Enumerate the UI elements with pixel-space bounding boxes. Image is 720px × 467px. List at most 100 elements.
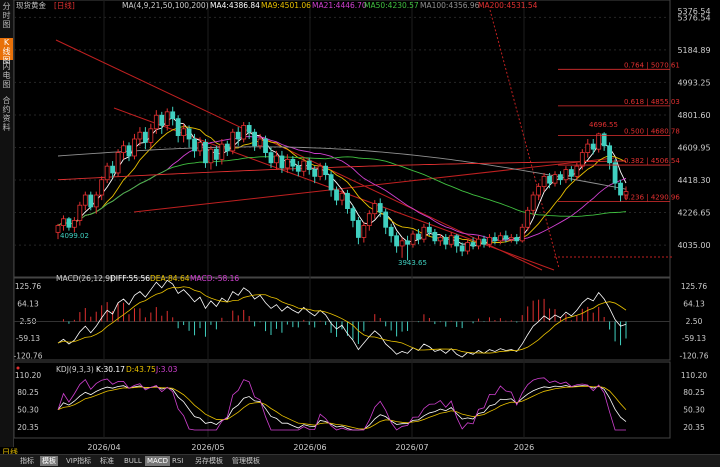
candle-body <box>394 235 400 247</box>
bottom-tab-1[interactable]: 模板 <box>40 456 58 466</box>
candle-body <box>568 169 574 177</box>
bottom-tab-0[interactable]: 指标 <box>18 456 36 466</box>
kdj-k-line <box>57 385 627 431</box>
candle-body <box>426 226 432 233</box>
kdj-tick-right: 50.30 <box>683 406 705 415</box>
candle-body <box>345 192 350 209</box>
kdj-params: KDJ(9,3,3) <box>56 365 94 374</box>
fib-label: 0.500 | 4680.78 <box>624 127 680 135</box>
candle-body <box>536 186 542 196</box>
candle-body <box>175 118 181 137</box>
low2-price-label: 3943.65 <box>398 259 427 267</box>
bottom-tab-7[interactable]: 另存模板 <box>193 456 225 466</box>
candle-body <box>399 240 405 247</box>
time-tick-label: 2026/04 <box>87 443 120 452</box>
candle-body <box>203 141 208 164</box>
chart-svg[interactable]: 5376.54 5184.89 4993.25 4801.60 4609.95 4418.… <box>13 0 720 454</box>
candle-body <box>416 233 421 240</box>
fib-label: 0.236 | 4290.96 <box>624 194 680 202</box>
candle-body <box>219 143 225 160</box>
candle-body <box>492 237 498 242</box>
macd-tick-left: -120.76 <box>14 351 43 360</box>
candle-body <box>301 160 307 172</box>
candle-body <box>585 143 591 153</box>
candle-body <box>388 226 394 237</box>
fib-label: 0.618 | 4855.03 <box>624 98 680 106</box>
candle-body <box>519 226 525 242</box>
bottom-tab-8[interactable]: 管理模板 <box>230 456 262 466</box>
candle-body <box>93 194 99 208</box>
candle-body <box>432 231 438 242</box>
kdj-j-line <box>57 377 626 431</box>
main-panel-frame <box>13 0 671 278</box>
candle-body <box>317 165 323 177</box>
candle-body <box>383 211 389 228</box>
fib-label: 0.764 | 5070.61 <box>624 61 680 69</box>
candle-body <box>607 145 613 164</box>
candle-body <box>487 237 492 245</box>
chart-area[interactable]: 5376.54 5184.89 4993.25 4801.60 4609.95 4418.… <box>13 0 720 456</box>
left-tab-0[interactable]: 分时图 <box>0 2 13 36</box>
candle-body <box>241 125 247 140</box>
bottom-tab-5[interactable]: MACD <box>145 456 170 466</box>
ma-line-ma200 <box>57 160 626 181</box>
candle-body <box>104 165 110 181</box>
price-tick-label: 4418.30 <box>677 176 710 185</box>
candle-body <box>224 143 230 152</box>
candle-body <box>421 226 427 240</box>
ma-line-ma9 <box>57 126 627 244</box>
time-tick-label: 2026/06 <box>293 443 326 452</box>
candle-body <box>563 169 569 181</box>
candle-body <box>596 133 602 150</box>
candle-body <box>525 209 531 228</box>
candle-body <box>306 160 312 170</box>
macd-tick-right: 2.50 <box>686 317 703 326</box>
candle-body <box>121 145 126 153</box>
candle-body <box>618 182 623 196</box>
bottom-tab-3[interactable]: 标准 <box>98 456 116 466</box>
kdj-marker-dot <box>16 366 20 370</box>
kdj-tick-right: 20.35 <box>683 423 705 432</box>
bottom-tab-2[interactable]: VIP指标 <box>64 456 93 466</box>
candle-body <box>503 235 509 240</box>
left-tab-3[interactable]: 合约资料 <box>0 96 13 132</box>
candle-body <box>279 155 285 169</box>
ma9-value: MA9:4501.06 <box>261 1 311 10</box>
high-price-label: 4696.55 <box>589 121 618 129</box>
low-price-label: 4099.02 <box>60 232 89 240</box>
candle-body <box>328 174 334 191</box>
bottom-tab-6[interactable]: RSI <box>170 456 185 466</box>
candle-body <box>437 237 443 242</box>
left-tab-1[interactable]: K线图 <box>0 38 13 65</box>
candle-body <box>312 169 318 177</box>
candle-body <box>77 204 83 221</box>
fib-label: 0.382 | 4506.54 <box>624 157 680 165</box>
price-tick-label: 4801.60 <box>677 111 710 120</box>
price-tick-label: 4035.00 <box>677 241 710 250</box>
candle-body <box>115 152 121 174</box>
price-tick-label: 4609.95 <box>677 143 710 152</box>
candle-body <box>290 158 296 167</box>
candle-body <box>213 148 219 160</box>
candle-body <box>410 233 416 245</box>
macd-dea-line <box>57 286 627 354</box>
kdj-tick-left: 110.20 <box>15 371 41 380</box>
candle-body <box>159 114 165 126</box>
candle-body <box>137 131 143 140</box>
ma21-value: MA21:4446.70 <box>312 1 367 10</box>
candle-body <box>377 203 383 213</box>
candle-body <box>574 165 580 177</box>
candle-body <box>61 218 66 226</box>
macd-diff: DIFF:55.56 <box>110 274 150 283</box>
time-tick-label: 2026 <box>514 443 534 452</box>
bottom-tab-4[interactable]: BULL <box>122 456 144 466</box>
candle-body <box>612 162 618 184</box>
left-tab-2[interactable]: 闪电图 <box>0 62 13 94</box>
ma4-value: MA4:4386.84 <box>210 1 260 10</box>
candle-body <box>339 192 345 201</box>
candle-body <box>110 165 116 174</box>
candle-body <box>558 174 563 181</box>
candle-body <box>547 175 552 184</box>
candle-body <box>66 218 72 228</box>
kdj-d-line <box>57 385 627 430</box>
